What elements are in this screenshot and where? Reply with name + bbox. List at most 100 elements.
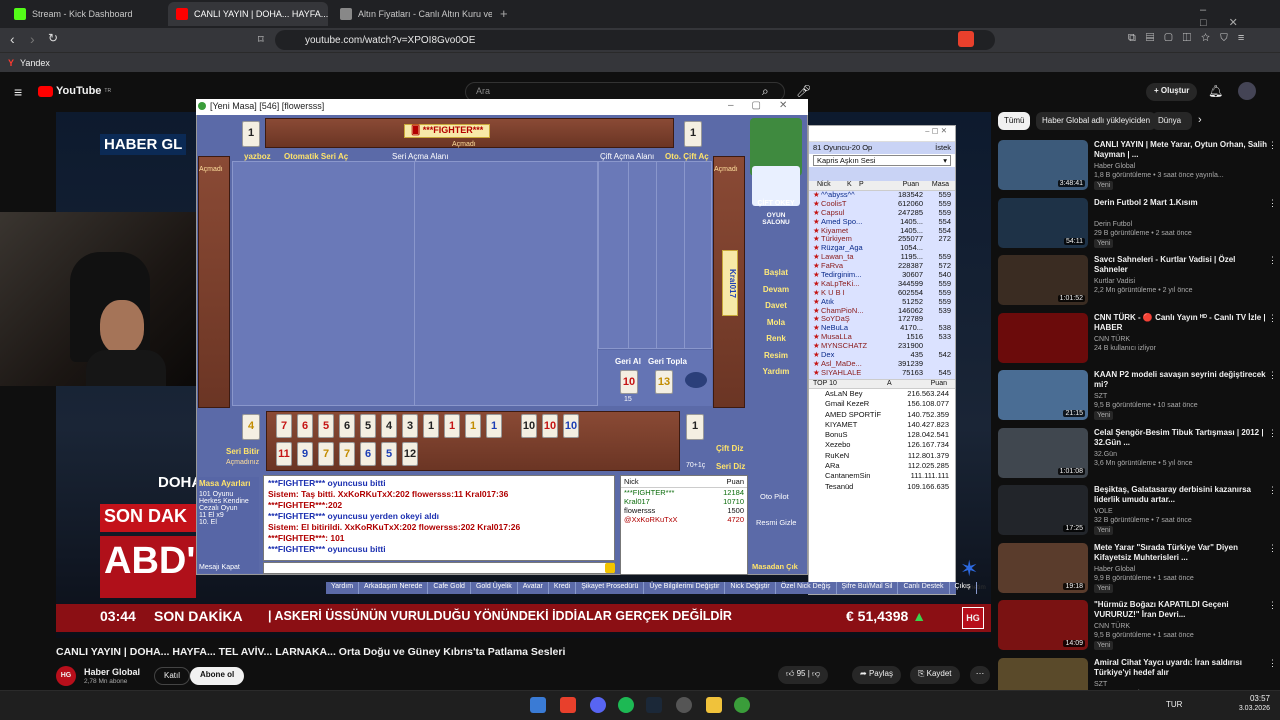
video-title[interactable]: Mete Yarar "Sırada Türkiye Var" Diyen Ki…	[1094, 543, 1268, 563]
rack-tile[interactable]: 5	[360, 414, 376, 438]
user-row[interactable]: ★ MusaLLa 1516 533	[809, 333, 955, 342]
more-vert-icon[interactable]: ⋮	[1268, 600, 1277, 611]
discord-icon[interactable]	[590, 697, 606, 713]
chip-world[interactable]: Dünya	[1152, 112, 1192, 130]
top10-row[interactable]: ARa 112.025.285	[809, 461, 955, 471]
bottom-menu-item[interactable]: Arkadaşım Nerede	[359, 582, 429, 594]
rack-tile[interactable]: 3	[402, 414, 418, 438]
rack-tile[interactable]: 10	[542, 414, 558, 438]
user-row[interactable]: ★ KaLpTeKi... 344599 559	[809, 280, 955, 289]
forward-icon[interactable]: ›	[30, 31, 35, 47]
chip-all[interactable]: Tümü	[998, 112, 1031, 130]
pause-button[interactable]: Mola	[752, 318, 800, 327]
video-thumbnail[interactable]: 14:09	[998, 600, 1088, 650]
top10-row[interactable]: AMED SPORTİF 140.752.359	[809, 410, 955, 420]
sort-pairs-button[interactable]: Çift Diz	[716, 444, 744, 453]
browser-tools-icon[interactable]: ⧉▤▢◫☆⛉≡	[1128, 32, 1254, 45]
video-channel[interactable]: Haber Global	[1094, 565, 1268, 574]
request-tab[interactable]: İstek	[935, 143, 951, 153]
more-vert-icon[interactable]: ⋮	[1268, 485, 1277, 496]
tab-kick[interactable]: Stream - Kick Dashboard	[6, 2, 166, 26]
table-row[interactable]: ***FIGHTER*** 12184	[621, 488, 747, 497]
series-play-area[interactable]	[232, 161, 598, 406]
language-indicator[interactable]: TUR	[1166, 700, 1182, 709]
more-vert-icon[interactable]: ⋮	[1268, 658, 1277, 669]
rack-tile[interactable]: 1	[465, 414, 481, 438]
user-row[interactable]: ★ CoolisT 612060 559	[809, 200, 955, 209]
video-thumbnail[interactable]: 54:11	[998, 197, 1088, 248]
video-thumbnail[interactable]: 19:18	[998, 542, 1088, 593]
mic-icon[interactable]: 🎤︎	[796, 84, 811, 98]
video-channel[interactable]: SZT	[1094, 680, 1268, 689]
tab-altin[interactable]: Altın Fiyatları - Canlı Altın Kuru ve An	[332, 2, 492, 26]
video-item[interactable]: 17:25 Beşiktaş, Galatasaray derbisini kaz…	[998, 485, 1278, 541]
bottom-menu-item[interactable]: Üye Bilgilerimi Değiştir	[644, 582, 726, 594]
back-icon[interactable]: ‹	[10, 31, 15, 47]
chip-uploader[interactable]: Haber Global adlı yükleyiciden	[1036, 112, 1157, 130]
youtube-logo[interactable]: YouTube TR	[38, 85, 111, 97]
brave-icon[interactable]	[958, 31, 974, 47]
rack-tile[interactable]: 5	[381, 442, 397, 466]
channel-avatar[interactable]: HG	[56, 666, 76, 686]
subscribe-button[interactable]: Abone ol	[190, 667, 245, 685]
rack-left-tile[interactable]: 4	[242, 414, 260, 440]
video-item[interactable]: 19:18 Mete Yarar "Sırada Türkiye Var" Diy…	[998, 542, 1278, 599]
user-row[interactable]: ★ Dex 435 542	[809, 351, 955, 360]
clock-date[interactable]: 3.03.2026	[1226, 705, 1270, 712]
rack-tile[interactable]: 10	[521, 414, 537, 438]
video-item[interactable]: 54:11 Derin Futbol 2 Mart 1.Kısım Derin Fu…	[998, 197, 1278, 254]
video-item[interactable]: CNN TÜRK - 🔴 Canlı Yayın ᴴᴰ - Canlı TV İ…	[998, 312, 1278, 369]
notifications-icon[interactable]: 🔔︎	[1208, 84, 1223, 98]
color-button[interactable]: Renk	[752, 334, 800, 343]
save-button[interactable]: ⎘ Kaydet	[910, 666, 960, 684]
user-row[interactable]: ★ Rüzgar_Aga 1054...	[809, 244, 955, 253]
video-title[interactable]: Celal Şengör-Besim Tibuk Tartışması | 20…	[1094, 428, 1268, 448]
top10-row[interactable]: AsLaN Bey 216.563.244	[809, 389, 955, 399]
table-row[interactable]: @XxKoRKuTxX 4720	[621, 515, 747, 524]
user-row[interactable]: ★ FaRva 228387 572	[809, 262, 955, 271]
video-title[interactable]: Savcı Sahneleri - Kurtlar Vadisi | Özel …	[1094, 255, 1268, 275]
rack-tile[interactable]: 7	[339, 442, 355, 466]
video-thumbnail[interactable]: 1:01:52	[998, 255, 1088, 305]
rack-tile[interactable]: 1	[423, 414, 439, 438]
rack-tile[interactable]: 6	[360, 442, 376, 466]
chat-input[interactable]	[263, 562, 615, 574]
rack-tile[interactable]: 6	[297, 414, 313, 438]
chevron-right-icon[interactable]: ›	[1198, 114, 1202, 126]
sort-series-button[interactable]: Seri Diz	[716, 462, 745, 471]
create-button[interactable]: + Oluştur	[1146, 83, 1198, 101]
help-button[interactable]: Yardım	[752, 367, 800, 376]
rack-tile[interactable]: 5	[318, 414, 334, 438]
user-row[interactable]: ★ Atık 51252 559	[809, 298, 955, 307]
video-thumbnail[interactable]: 3:48:41	[998, 140, 1088, 190]
yazboz-button[interactable]: yazboz	[244, 152, 271, 161]
rack-tile[interactable]: 6	[339, 414, 355, 438]
new-tab-icon[interactable]: +	[500, 6, 508, 21]
auto-series-button[interactable]: Otomatik Seri Aç	[284, 152, 348, 161]
bottom-menu-item[interactable]: Cafe Gold	[428, 582, 471, 594]
bookmark-icon[interactable]: ⌑	[258, 33, 264, 46]
auto-pair-button[interactable]: Oto. Çift Aç	[665, 152, 709, 161]
user-row[interactable]: ★ Lawan_ta 1195... 559	[809, 253, 955, 262]
bottom-menu-item[interactable]: Şikayet Prosedürü	[576, 582, 645, 594]
user-row[interactable]: ★ SoYDaŞ 172789	[809, 315, 955, 324]
bottom-menu-item[interactable]: Nick Değiştir	[725, 582, 776, 594]
video-item[interactable]: 21:15 KAAN P2 modeli savaşın seyrini deği…	[998, 370, 1278, 426]
user-row[interactable]: ★ Asl_MaDe... 391239	[809, 360, 955, 369]
top10-row[interactable]: KIYAMET 140.427.823	[809, 420, 955, 430]
user-row[interactable]: ★ ChamPioN... 146062 539	[809, 307, 955, 316]
video-title[interactable]: Amiral Cihat Yaycı uyardı: İran saldırıs…	[1094, 658, 1268, 678]
spotify-icon[interactable]	[618, 697, 634, 713]
more-vert-icon[interactable]: ⋮	[1268, 140, 1277, 151]
like-button[interactable]: 👍︎ 95 | 👎︎	[778, 666, 829, 684]
top10-row[interactable]: RuKeN 112.801.379	[809, 451, 955, 461]
pair-play-area[interactable]	[598, 161, 712, 349]
video-channel[interactable]: CNN TÜRK	[1094, 335, 1268, 344]
video-title[interactable]: CANLI YAYIN | Mete Yarar, Oytun Orhan, S…	[1094, 140, 1268, 160]
more-vert-icon[interactable]: ⋮	[1268, 313, 1277, 324]
brave-taskbar-icon[interactable]	[560, 697, 576, 713]
video-item[interactable]: 1:01:52 Savcı Sahneleri - Kurtlar Vadisi …	[998, 255, 1278, 311]
rack-tile[interactable]: 9	[297, 442, 313, 466]
more-vert-icon[interactable]: ⋮	[1268, 255, 1277, 266]
collect-back-button[interactable]: Geri Topla	[648, 357, 687, 366]
